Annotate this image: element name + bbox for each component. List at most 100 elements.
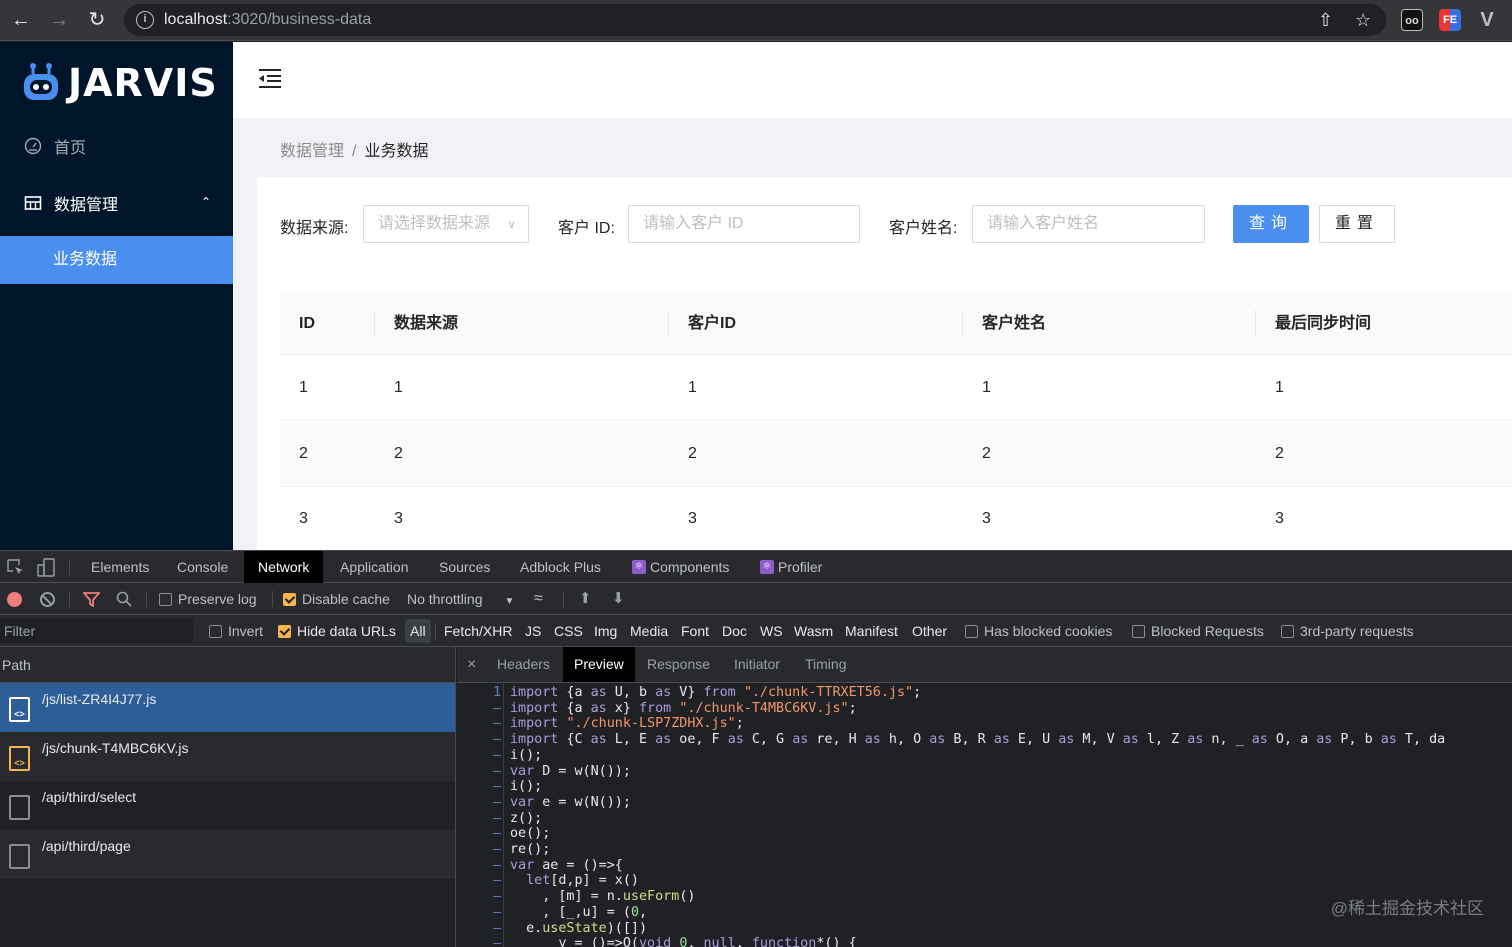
type-filter-fetch-xhr[interactable]: Fetch/XHR [444, 619, 512, 643]
invert-checkbox[interactable]: Invert [209, 615, 263, 647]
tab-elements[interactable]: Elements [91, 551, 149, 583]
ext-vue-icon[interactable]: V [1476, 9, 1498, 31]
reload-icon[interactable]: ↻ [85, 8, 109, 32]
has-blocked-cookies-checkbox[interactable]: Has blocked cookies [965, 615, 1112, 647]
source-select[interactable]: 请选择数据来源 ∨ [363, 205, 529, 243]
type-filter-js[interactable]: JS [525, 619, 541, 643]
line-number: – [492, 842, 501, 857]
type-filter-font[interactable]: Font [681, 619, 709, 643]
reset-button[interactable]: 重置 [1319, 205, 1395, 243]
request-path: /api/third/select [42, 789, 137, 805]
column-divider [962, 310, 963, 336]
star-icon[interactable]: ☆ [1355, 10, 1371, 31]
sidebar-item-data-management[interactable]: 数据管理 ⌃ [0, 179, 233, 227]
request-row[interactable]: /api/third/select [0, 781, 455, 830]
tab-sources[interactable]: Sources [439, 551, 490, 583]
record-icon[interactable] [7, 592, 22, 607]
table-cell: 1 [394, 379, 403, 396]
line-number: – [492, 810, 501, 826]
checkbox-checked-icon [278, 625, 291, 638]
table-cell: 3 [299, 510, 308, 527]
tab-application[interactable]: Application [340, 551, 409, 583]
network-filter-bar: Filter Invert Hide data URLs All Fetch/X… [0, 615, 1512, 647]
address-bar[interactable]: i localhost:3020/business-data ⇧ ☆ [124, 4, 1386, 36]
type-filter-other[interactable]: Other [912, 619, 947, 643]
devtools-panel: Elements Console Network Application Sou… [0, 550, 1512, 947]
ext-oo-icon[interactable]: oo [1401, 9, 1423, 31]
back-icon[interactable]: ← [9, 8, 33, 32]
logo[interactable]: JARVIS [22, 60, 218, 106]
request-row[interactable]: <> /js/chunk-T4MBC6KV.js [0, 732, 455, 781]
tab-timing[interactable]: Timing [805, 647, 847, 682]
customer-name-input[interactable]: 请输入客户姓名 [972, 205, 1205, 243]
divider [69, 559, 70, 575]
tab-response[interactable]: Response [647, 647, 710, 682]
close-icon[interactable]: × [467, 647, 476, 682]
search-icon[interactable] [116, 591, 132, 607]
tab-headers[interactable]: Headers [497, 647, 550, 682]
type-filter-manifest[interactable]: Manifest [845, 619, 898, 643]
divider [69, 591, 70, 607]
script-file-icon: <> [9, 746, 30, 771]
tab-profiler[interactable]: Profiler [778, 551, 822, 583]
tab-adblock-plus[interactable]: Adblock Plus [520, 551, 601, 583]
breadcrumb-item[interactable]: 数据管理 [280, 143, 344, 160]
menu-fold-icon[interactable] [259, 68, 281, 88]
table-cell: 2 [299, 445, 308, 462]
clear-icon[interactable] [40, 592, 55, 607]
table-row[interactable]: 2 2 2 2 2 [280, 422, 1512, 487]
network-toolbar: Preserve log Disable cache No throttling… [0, 583, 1512, 615]
line-number: – [492, 747, 501, 763]
tab-components[interactable]: Components [650, 551, 729, 583]
table-row[interactable]: 3 3 3 3 3 [280, 487, 1512, 550]
code-line: re(); [510, 842, 551, 857]
import-har-icon[interactable]: ⬆ [579, 583, 592, 615]
path-column-header[interactable]: Path [0, 647, 455, 683]
divider [563, 591, 564, 607]
code-line: , [m] = n.useForm() [510, 889, 696, 905]
type-filter-img[interactable]: Img [594, 619, 617, 643]
request-row[interactable]: <> /js/list-ZR4I4J77.js [0, 683, 455, 732]
third-party-checkbox[interactable]: 3rd-party requests [1281, 615, 1414, 647]
type-filter-doc[interactable]: Doc [722, 619, 747, 643]
type-filter-all[interactable]: All [405, 619, 431, 643]
detail-tabs: × Headers Preview Response Initiator Tim… [457, 647, 1512, 683]
tab-network[interactable]: Network [244, 551, 324, 583]
request-row[interactable]: /api/third/page [0, 830, 455, 879]
table-row[interactable]: 1 1 1 1 1 [280, 356, 1512, 421]
throttling-select[interactable]: No throttling ▼ [407, 583, 514, 615]
export-har-icon[interactable]: ⬇ [612, 583, 625, 615]
device-toolbar-icon[interactable] [37, 558, 56, 577]
type-filter-wasm[interactable]: Wasm [794, 619, 833, 643]
line-number: – [492, 920, 501, 936]
type-filter-ws[interactable]: WS [760, 619, 783, 643]
inspect-element-icon[interactable] [7, 559, 24, 576]
blocked-requests-checkbox[interactable]: Blocked Requests [1132, 615, 1264, 647]
network-conditions-icon[interactable]: ≈ [534, 583, 543, 615]
hide-data-urls-checkbox[interactable]: Hide data URLs [278, 615, 396, 647]
tab-initiator[interactable]: Initiator [734, 647, 780, 682]
tab-preview[interactable]: Preview [563, 647, 635, 682]
sidebar-item-home[interactable]: 首页 [0, 122, 233, 170]
xhr-file-icon [9, 795, 30, 820]
type-filter-css[interactable]: CSS [554, 619, 583, 643]
checkbox-icon [965, 625, 978, 638]
sidebar-item-business-data[interactable]: 业务数据 [0, 236, 233, 284]
customer-id-input[interactable]: 请输入客户 ID [628, 205, 860, 243]
filter-input[interactable]: Filter [0, 619, 193, 643]
tab-console[interactable]: Console [177, 551, 228, 583]
ext-fe-icon[interactable]: FE [1439, 9, 1461, 31]
query-button[interactable]: 查询 [1233, 205, 1309, 243]
preserve-log-checkbox[interactable]: Preserve log [159, 583, 257, 615]
url-text[interactable]: localhost:3020/business-data [164, 11, 371, 29]
line-number: – [492, 873, 501, 889]
share-icon[interactable]: ⇧ [1318, 10, 1333, 31]
disable-cache-checkbox[interactable]: Disable cache [283, 583, 390, 615]
info-icon[interactable]: i [136, 11, 154, 29]
column-divider [1255, 310, 1256, 336]
code-line: var e = w(N()); [510, 794, 631, 810]
type-filter-media[interactable]: Media [630, 619, 668, 643]
forward-icon[interactable]: → [47, 8, 71, 32]
chevron-up-icon[interactable]: ⌃ [201, 195, 211, 209]
filter-icon[interactable] [83, 592, 100, 607]
